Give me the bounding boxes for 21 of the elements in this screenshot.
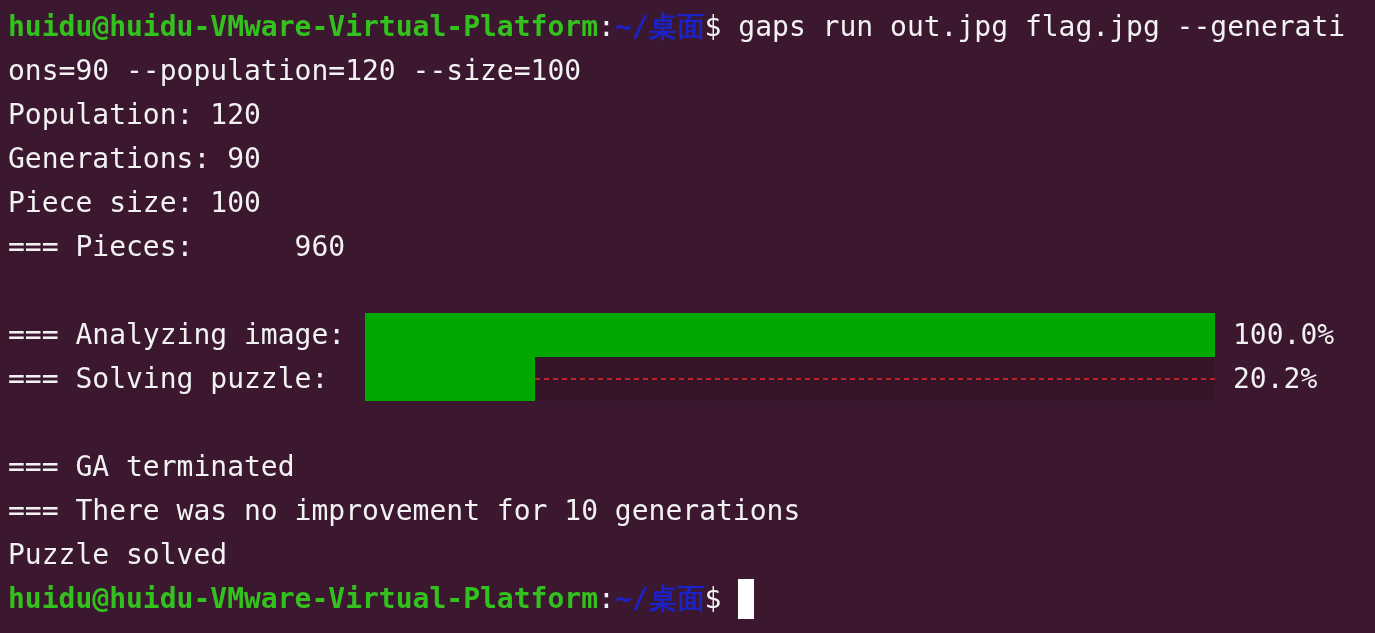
progress-percent: 20.2% [1233,361,1318,397]
command-text: gaps run out.jpg flag.jpg --generati [737,9,1346,45]
prompt-user: huidu@huidu-VMware-Virtual-Platform [8,9,598,45]
progress-percent: 100.0% [1233,317,1335,353]
output-line: Puzzle solved [8,537,228,573]
progress-label: === Analyzing image: [8,317,347,353]
prompt-separator: : [598,9,615,45]
output-line: Population: 120 [8,97,261,133]
prompt-path: ~/桌面 [614,581,705,617]
prompt-user: huidu@huidu-VMware-Virtual-Platform [8,581,598,617]
output-line: Piece size: 100 [8,185,261,221]
output-line: === GA terminated [8,449,295,485]
prompt-sign: $ [704,9,722,45]
prompt-separator: : [598,581,615,617]
output-line: === There was no improvement for 10 generations [8,493,801,529]
progress-label: === Solving puzzle: [8,361,330,397]
output-line: Generations: 90 [8,141,261,177]
output-line: === Pieces: 960 [8,229,346,265]
prompt-sign: $ [704,581,722,617]
output-line: ons=90 --population=120 --size=100 [8,53,582,89]
prompt-path: ~/桌面 [614,9,705,45]
